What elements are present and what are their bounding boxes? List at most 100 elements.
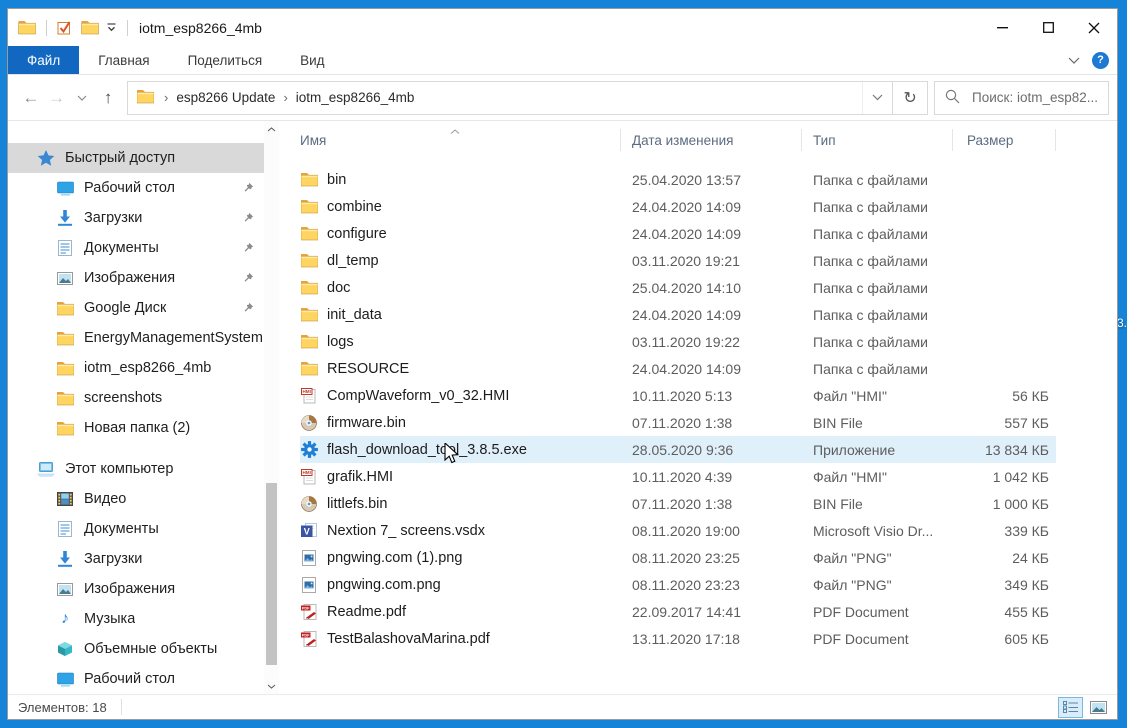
file-row[interactable]: HMICompWaveform_v0_32.HMI10.11.2020 5:13… xyxy=(300,382,1056,409)
folder-icon xyxy=(55,421,75,436)
search-box[interactable]: Поиск: iotm_esp82... xyxy=(934,81,1109,115)
details-view-button[interactable] xyxy=(1058,697,1083,718)
file-type: Папка с файлами xyxy=(802,307,953,323)
tab-share[interactable]: Поделиться xyxy=(169,46,282,74)
folder-icon xyxy=(55,361,75,376)
file-row[interactable]: HMIgrafik.HMI10.11.2020 4:39Файл "HMI"1 … xyxy=(300,463,1056,490)
column-header-name[interactable]: Имя xyxy=(300,129,621,151)
sidebar-item[interactable]: Google Диск xyxy=(8,293,264,323)
file-row[interactable]: flash_download_tool_3.8.5.exe28.05.2020 … xyxy=(300,436,1056,463)
minimize-button[interactable] xyxy=(979,9,1025,46)
search-placeholder: Поиск: iotm_esp82... xyxy=(972,90,1098,105)
file-date: 24.04.2020 14:09 xyxy=(621,361,802,377)
sidebar-item[interactable]: Документы xyxy=(8,514,264,544)
sidebar-item[interactable]: Видео xyxy=(8,484,264,514)
sidebar-item[interactable]: Изображения xyxy=(8,263,264,293)
file-row[interactable]: littlefs.bin07.11.2020 1:38BIN File1 000… xyxy=(300,490,1056,517)
desktop-icon xyxy=(55,181,75,196)
sidebar-item[interactable]: Изображения xyxy=(8,574,264,604)
file-type: BIN File xyxy=(802,415,953,431)
sidebar-item[interactable]: Быстрый доступ xyxy=(8,143,264,173)
sidebar-item[interactable]: Этот компьютер xyxy=(8,454,264,484)
pin-icon xyxy=(242,212,254,228)
column-header-date[interactable]: Дата изменения xyxy=(621,129,802,151)
file-row[interactable]: dl_temp03.11.2020 19:21Папка с файлами xyxy=(300,247,1056,274)
file-row[interactable]: VNextion 7_ screens.vsdx08.11.2020 19:00… xyxy=(300,517,1056,544)
sidebar-item[interactable]: Объемные объекты xyxy=(8,634,264,664)
sidebar-item[interactable]: Новая папка (2) xyxy=(8,413,264,443)
tab-home[interactable]: Главная xyxy=(79,46,168,74)
file-row[interactable]: combine24.04.2020 14:09Папка с файлами xyxy=(300,193,1056,220)
file-type: Папка с файлами xyxy=(802,172,953,188)
scroll-up-icon[interactable] xyxy=(264,121,279,137)
help-icon[interactable]: ? xyxy=(1092,52,1109,69)
sidebar-item-label: Google Диск xyxy=(84,300,166,316)
properties-check-icon[interactable] xyxy=(57,20,74,35)
file-row[interactable]: init_data24.04.2020 14:09Папка с файлами xyxy=(300,301,1056,328)
qat-dropdown-icon[interactable] xyxy=(106,23,117,32)
file-row[interactable]: PDFTestBalashovaMarina.pdf13.11.2020 17:… xyxy=(300,625,1056,652)
file-row[interactable]: doc25.04.2020 14:10Папка с файлами xyxy=(300,274,1056,301)
file-row[interactable]: PDFReadme.pdf22.09.2017 14:41PDF Documen… xyxy=(300,598,1056,625)
thumbnail-view-icon xyxy=(1090,701,1107,714)
file-date: 24.04.2020 14:09 xyxy=(621,307,802,323)
file-row[interactable]: pngwing.com (1).png08.11.2020 23:25Файл … xyxy=(300,544,1056,571)
recent-locations-icon[interactable] xyxy=(70,95,96,101)
file-row[interactable]: configure24.04.2020 14:09Папка с файлами xyxy=(300,220,1056,247)
file-type: Приложение xyxy=(802,442,953,458)
file-row[interactable]: bin25.04.2020 13:57Папка с файлами xyxy=(300,166,1056,193)
file-type: Файл "HMI" xyxy=(802,469,953,485)
ribbon-collapse-icon[interactable] xyxy=(1068,57,1080,64)
file-name: init_data xyxy=(300,307,621,323)
file-type: PDF Document xyxy=(802,604,953,620)
file-date: 03.11.2020 19:22 xyxy=(621,334,802,350)
file-row[interactable]: logs03.11.2020 19:22Папка с файлами xyxy=(300,328,1056,355)
quick-access-icon xyxy=(36,150,56,167)
scrollbar-thumb[interactable] xyxy=(266,483,277,665)
column-header-type[interactable]: Тип xyxy=(802,129,953,151)
sidebar-scrollbar[interactable] xyxy=(264,121,279,694)
sidebar-item-label: Документы xyxy=(84,240,159,256)
file-row[interactable]: firmware.bin07.11.2020 1:38BIN File557 К… xyxy=(300,409,1056,436)
address-bar[interactable]: › esp8266 Update › iotm_esp8266_4mb xyxy=(127,81,893,115)
items-count: Элементов: 18 xyxy=(18,700,107,715)
pictures-icon xyxy=(55,272,75,285)
refresh-button[interactable]: ↻ xyxy=(893,81,928,115)
tab-view[interactable]: Вид xyxy=(281,46,343,74)
column-header-size[interactable]: Размер xyxy=(953,129,1056,151)
thumbnail-view-button[interactable] xyxy=(1086,697,1111,718)
sidebar-item[interactable]: ♪Музыка xyxy=(8,604,264,634)
pin-icon xyxy=(242,272,254,288)
sidebar-item[interactable]: Загрузки xyxy=(8,203,264,233)
back-button[interactable]: ← xyxy=(18,88,44,108)
folder-icon xyxy=(300,334,318,349)
folder-icon xyxy=(55,391,75,406)
pin-icon xyxy=(242,182,254,198)
file-row[interactable]: pngwing.com.png08.11.2020 23:23Файл "PNG… xyxy=(300,571,1056,598)
sidebar-item[interactable]: Документы xyxy=(8,233,264,263)
sidebar-item[interactable]: Рабочий стол xyxy=(8,664,264,694)
maximize-button[interactable] xyxy=(1025,9,1071,46)
sidebar-item[interactable]: Рабочий стол xyxy=(8,173,264,203)
pc-icon xyxy=(36,462,56,477)
sidebar-item[interactable]: Загрузки xyxy=(8,544,264,574)
up-button[interactable]: ↑ xyxy=(95,88,121,108)
folder-icon xyxy=(300,280,318,295)
new-folder-icon[interactable] xyxy=(81,20,99,35)
breadcrumb-item-current[interactable]: iotm_esp8266_4mb xyxy=(290,90,421,105)
tab-file[interactable]: Файл xyxy=(8,46,79,74)
file-date: 07.11.2020 1:38 xyxy=(621,415,802,431)
breadcrumb-item-parent[interactable]: esp8266 Update xyxy=(170,90,281,105)
forward-button[interactable]: → xyxy=(44,88,70,108)
file-date: 08.11.2020 23:25 xyxy=(621,550,802,566)
sidebar-item[interactable]: EnergyManagementSystemN xyxy=(8,323,264,353)
file-row[interactable]: RESOURCE24.04.2020 14:09Папка с файлами xyxy=(300,355,1056,382)
sidebar-item[interactable]: screenshots xyxy=(8,383,264,413)
status-separator xyxy=(121,699,122,715)
sidebar-item[interactable]: iotm_esp8266_4mb xyxy=(8,353,264,383)
scroll-down-icon[interactable] xyxy=(264,678,279,694)
sidebar-item-label: Документы xyxy=(84,521,159,537)
file-date: 22.09.2017 14:41 xyxy=(621,604,802,620)
address-dropdown-icon[interactable] xyxy=(862,82,892,114)
close-button[interactable] xyxy=(1071,9,1117,46)
